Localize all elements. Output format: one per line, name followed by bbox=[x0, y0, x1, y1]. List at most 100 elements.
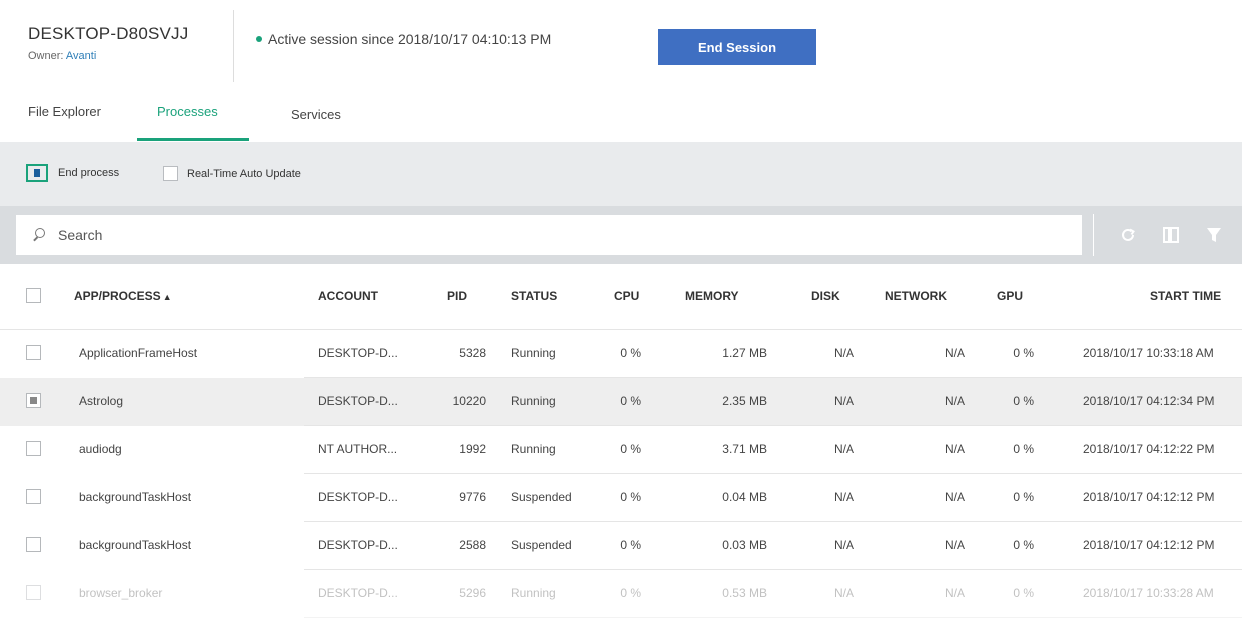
cell-status: Suspended bbox=[511, 538, 572, 552]
cell-account: DESKTOP-D... bbox=[318, 538, 398, 552]
device-info: DESKTOP-D80SVJJ Owner: Avanti bbox=[16, 10, 234, 82]
cell-gpu: 0 % bbox=[1013, 442, 1034, 456]
cell-app-process: browser_broker bbox=[79, 586, 163, 600]
cell-app-process: audiodg bbox=[79, 442, 122, 456]
session-header: DESKTOP-D80SVJJ Owner: Avanti Active ses… bbox=[0, 0, 1242, 90]
cell-start-time: 2018/10/17 04:12:12 PM bbox=[1083, 538, 1215, 552]
cell-cpu: 0 % bbox=[620, 394, 641, 408]
column-header-status[interactable]: STATUS bbox=[511, 289, 557, 303]
column-header-gpu[interactable]: GPU bbox=[997, 289, 1023, 303]
cell-cpu: 0 % bbox=[620, 490, 641, 504]
cell-cpu: 0 % bbox=[620, 586, 641, 600]
cell-disk: N/A bbox=[833, 538, 854, 552]
table-row[interactable]: browser_broker DESKTOP-D... 5296 Running 0 %… bbox=[0, 570, 1242, 618]
refresh-icon[interactable] bbox=[1117, 224, 1139, 246]
column-header-disk[interactable]: DISK bbox=[811, 289, 840, 303]
owner-name[interactable]: Avanti bbox=[66, 50, 96, 62]
cell-app-process: backgroundTaskHost bbox=[79, 538, 192, 552]
end-process-icon bbox=[26, 164, 48, 182]
cell-pid: 5296 bbox=[459, 586, 486, 600]
table-row[interactable]: backgroundTaskHost DESKTOP-D... 2588 Suspen… bbox=[0, 522, 1242, 570]
sort-ascending-icon: ▲ bbox=[162, 292, 172, 302]
column-header-cpu[interactable]: CPU bbox=[614, 289, 639, 303]
row-checkbox[interactable] bbox=[26, 393, 41, 408]
cell-account: DESKTOP-D... bbox=[318, 586, 398, 600]
session-status: Active session since 2018/10/17 04:10:13… bbox=[256, 31, 551, 47]
cell-pid: 10220 bbox=[452, 394, 486, 408]
cell-status: Running bbox=[511, 346, 556, 360]
column-header-network[interactable]: NETWORK bbox=[885, 289, 947, 303]
device-name: DESKTOP-D80SVJJ bbox=[28, 24, 189, 43]
cell-memory: 2.35 MB bbox=[722, 394, 767, 408]
row-checkbox[interactable] bbox=[26, 345, 41, 360]
cell-cpu: 0 % bbox=[620, 538, 641, 552]
table-row[interactable]: ApplicationFrameHost DESKTOP-D... 5328 Runn… bbox=[0, 330, 1242, 378]
cell-account: NT AUTHOR... bbox=[318, 442, 398, 456]
search-icon bbox=[32, 228, 46, 242]
column-header-pid[interactable]: PID bbox=[447, 289, 467, 303]
cell-disk: N/A bbox=[833, 346, 854, 360]
cell-account: DESKTOP-D... bbox=[318, 490, 398, 504]
owner-label: Owner: bbox=[28, 50, 64, 62]
cell-memory: 0.03 MB bbox=[722, 538, 767, 552]
cell-pid: 2588 bbox=[459, 538, 486, 552]
column-header-memory[interactable]: MEMORY bbox=[685, 289, 739, 303]
tab-processes[interactable]: Processes bbox=[157, 104, 218, 119]
cell-memory: 0.53 MB bbox=[722, 586, 767, 600]
cell-app-process: Astrolog bbox=[79, 394, 124, 408]
cell-status: Suspended bbox=[511, 490, 572, 504]
search-box bbox=[16, 215, 1082, 255]
cell-network: N/A bbox=[944, 442, 965, 456]
tab-file-explorer[interactable]: File Explorer bbox=[28, 104, 101, 119]
cell-start-time: 2018/10/17 04:12:12 PM bbox=[1083, 490, 1215, 504]
cell-memory: 1.27 MB bbox=[722, 346, 767, 360]
toolbar-divider bbox=[1093, 214, 1094, 256]
cell-network: N/A bbox=[944, 586, 965, 600]
table-row[interactable]: backgroundTaskHost DESKTOP-D... 9776 Suspen… bbox=[0, 474, 1242, 522]
cell-start-time: 2018/10/17 10:33:18 AM bbox=[1083, 346, 1214, 360]
column-header-account[interactable]: ACCOUNT bbox=[318, 289, 378, 303]
cell-disk: N/A bbox=[833, 586, 854, 600]
cell-gpu: 0 % bbox=[1013, 538, 1034, 552]
cell-disk: N/A bbox=[833, 394, 854, 408]
auto-update-label: Real-Time Auto Update bbox=[187, 167, 301, 180]
cell-memory: 0.04 MB bbox=[722, 490, 767, 504]
cell-cpu: 0 % bbox=[620, 442, 641, 456]
cell-network: N/A bbox=[944, 394, 965, 408]
tab-services[interactable]: Services bbox=[291, 107, 341, 122]
row-checkbox[interactable] bbox=[26, 537, 41, 552]
select-all-checkbox[interactable] bbox=[26, 288, 41, 303]
row-checkbox[interactable] bbox=[26, 585, 41, 600]
row-checkbox[interactable] bbox=[26, 441, 41, 456]
cell-gpu: 0 % bbox=[1013, 490, 1034, 504]
table-row[interactable]: Astrolog DESKTOP-D... 10220 Running 0 % 2.35 … bbox=[0, 378, 1242, 426]
column-header-start-time[interactable]: START TIME bbox=[1150, 289, 1221, 303]
cell-start-time: 2018/10/17 04:12:34 PM bbox=[1083, 394, 1215, 408]
table-row[interactable]: audiodg NT AUTHOR... 1992 Running 0 % 3.71 MB… bbox=[0, 426, 1242, 474]
cell-gpu: 0 % bbox=[1013, 394, 1034, 408]
cell-gpu: 0 % bbox=[1013, 346, 1034, 360]
filter-icon[interactable] bbox=[1203, 224, 1225, 246]
row-checkbox[interactable] bbox=[26, 489, 41, 504]
cell-start-time: 2018/10/17 10:33:28 AM bbox=[1083, 586, 1214, 600]
search-input[interactable] bbox=[58, 227, 958, 243]
end-session-button[interactable]: End Session bbox=[658, 29, 816, 65]
cell-cpu: 0 % bbox=[620, 346, 641, 360]
cell-start-time: 2018/10/17 04:12:22 PM bbox=[1083, 442, 1215, 456]
cell-status: Running bbox=[511, 586, 556, 600]
cell-disk: N/A bbox=[833, 490, 854, 504]
auto-update-checkbox[interactable] bbox=[163, 166, 178, 181]
cell-app-process: backgroundTaskHost bbox=[79, 490, 192, 504]
cell-status: Running bbox=[511, 394, 556, 408]
tab-bar: File Explorer Processes Services bbox=[0, 90, 1242, 142]
auto-update-toggle[interactable]: Real-Time Auto Update bbox=[163, 166, 301, 181]
cell-network: N/A bbox=[944, 538, 965, 552]
cell-gpu: 0 % bbox=[1013, 586, 1034, 600]
cell-pid: 9776 bbox=[459, 490, 486, 504]
end-process-button[interactable]: End process bbox=[26, 164, 119, 182]
cell-status: Running bbox=[511, 442, 556, 456]
columns-icon[interactable] bbox=[1160, 224, 1182, 246]
column-label: APP/PROCESS bbox=[74, 289, 161, 303]
column-header-app-process[interactable]: APP/PROCESS ▲ bbox=[74, 289, 172, 303]
cell-disk: N/A bbox=[833, 442, 854, 456]
